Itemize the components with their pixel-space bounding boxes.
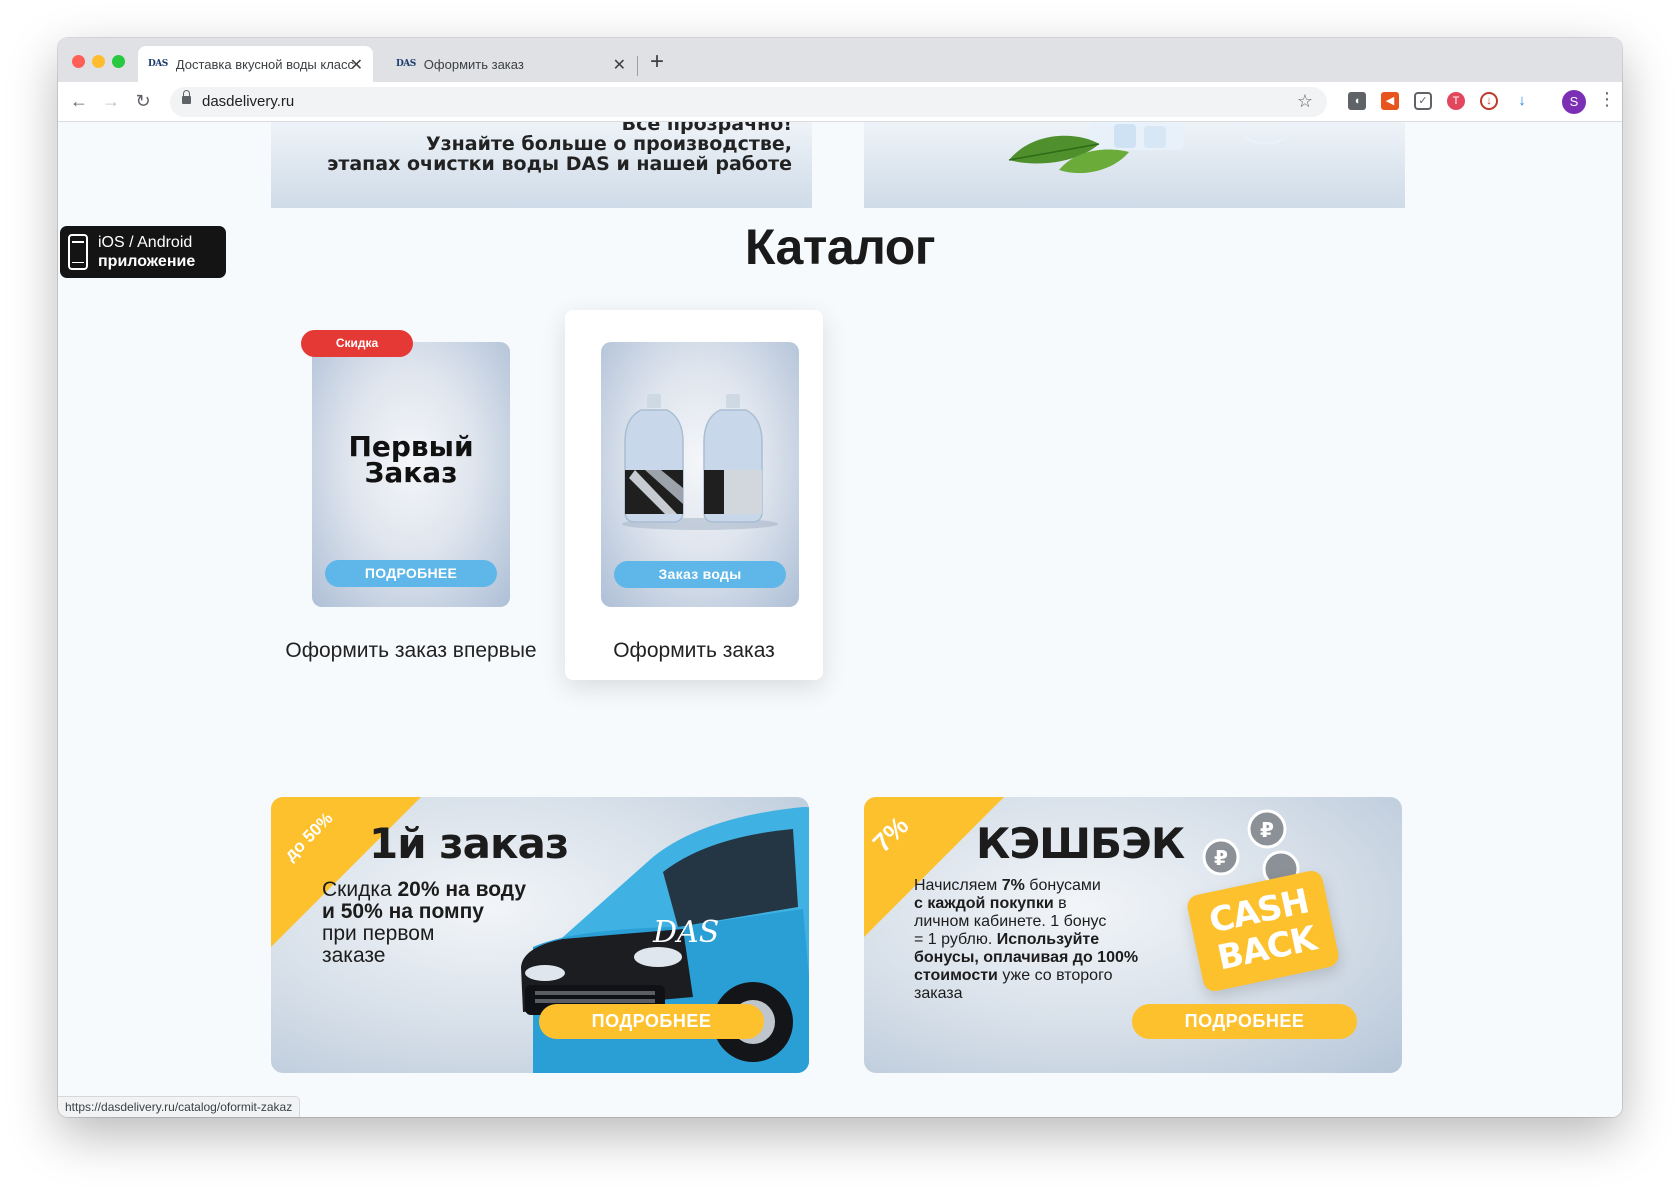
cb-l5: бонусы, оплачивая до 100% xyxy=(914,949,1139,966)
water-banner[interactable] xyxy=(864,122,1405,208)
water-order-product-image[interactable]: Заказ воды xyxy=(601,342,799,607)
bookmark-star-icon[interactable]: ☆ xyxy=(1297,91,1313,112)
cb-l4b: Используйте xyxy=(996,931,1100,948)
status-bar-url: https://dasdelivery.ru/catalog/oformit-z… xyxy=(58,1096,301,1117)
tab-close-icon[interactable]: ✕ xyxy=(613,55,626,75)
cb-l1a: Начисляем xyxy=(914,877,1002,894)
extension-megaphone-icon[interactable]: ◀ xyxy=(1381,92,1399,110)
promo-body: Скидка 20% на воду и 50% на помпу при пе… xyxy=(322,879,526,967)
cb-l3: личном кабинете. 1 бонус xyxy=(914,913,1107,930)
cb-l2b: в xyxy=(1053,895,1067,912)
promo-body: Начисляем 7% бонусами с каждой покупки в… xyxy=(914,877,1138,1003)
maximize-window-button[interactable] xyxy=(112,55,125,68)
first-order-details-promo-button[interactable]: ПОДРОБНЕЕ xyxy=(539,1004,764,1039)
cb-l1b: 7% xyxy=(1001,877,1025,894)
new-tab-plus-icon[interactable]: + xyxy=(650,48,664,76)
catalog-title: Каталог xyxy=(744,219,936,275)
first-order-image-title: Первый Заказ xyxy=(312,433,510,489)
das-favicon-icon: DAS xyxy=(148,59,168,69)
cb-l2a: с каждой покупки xyxy=(914,895,1054,912)
about-line-2: Узнайте больше о производстве, xyxy=(425,133,792,155)
tab-title: Доставка вкусной воды класс xyxy=(175,56,355,72)
tab-close-icon[interactable]: ✕ xyxy=(350,55,363,75)
browser-menu-icon[interactable]: ⋮ xyxy=(1598,89,1616,110)
cashback-promo-banner[interactable]: 7% КЭШБЭК Начисляем 7% бонусами с каждой… xyxy=(864,797,1402,1073)
about-banner-text: Все прозрачно! Узнайте больше о производ… xyxy=(327,122,792,174)
svg-text:₽: ₽ xyxy=(1260,818,1274,842)
order-caption[interactable]: Оформить заказ xyxy=(564,635,824,667)
back-arrow-icon[interactable]: ← xyxy=(66,88,92,114)
first-order-promo-banner[interactable]: до 50% 1й заказ Скидка 20% на воду и 50%… xyxy=(271,797,809,1073)
cb-l1c: бонусами xyxy=(1024,877,1101,894)
url-text: dasdelivery.ru xyxy=(202,93,295,110)
first-order-caption[interactable]: Оформить заказ впервые xyxy=(281,635,541,667)
close-window-button[interactable] xyxy=(72,55,85,68)
water-bottles-image xyxy=(622,394,778,530)
profile-avatar[interactable]: S xyxy=(1562,90,1586,114)
cb-l6b: уже со второго xyxy=(997,967,1113,984)
discount-badge: Скидка xyxy=(301,330,413,357)
promo-body-2: и 50% на помпу xyxy=(322,900,484,923)
extension-audio-icon[interactable]: ◖ xyxy=(1348,92,1366,110)
tab-oformit-zakaz[interactable]: DAS Оформить заказ ✕ xyxy=(386,46,636,82)
reload-icon[interactable]: ↻ xyxy=(130,88,156,114)
browser-window: DAS Доставка вкусной воды класс ✕ DAS Оф… xyxy=(58,38,1622,1117)
cb-l6a: стоимости xyxy=(914,967,998,984)
tab-dostavka[interactable]: DAS Доставка вкусной воды класс ✕ xyxy=(138,46,373,82)
cb-l7: заказа xyxy=(914,985,963,1002)
about-line-3: этапах очистки воды DAS и нашей работе xyxy=(327,153,792,175)
tab-strip: DAS Доставка вкусной воды класс ✕ DAS Оф… xyxy=(58,38,1622,82)
forward-arrow-icon[interactable]: → xyxy=(98,88,124,114)
promo-body-3: при первом xyxy=(322,922,435,945)
svg-text:₽: ₽ xyxy=(1214,846,1228,870)
address-bar[interactable]: dasdelivery.ru ☆ xyxy=(170,87,1327,117)
cashback-details-button[interactable]: ПОДРОБНЕЕ xyxy=(1132,1004,1357,1039)
bubble-icon xyxy=(1239,122,1293,144)
browser-toolbar: ← → ↻ dasdelivery.ru ☆ ◖ ◀ ✓ T ↓ ↓ S ⋮ xyxy=(58,82,1622,122)
pocket-icon[interactable]: ✓ xyxy=(1414,92,1432,110)
van-logo-text: DAS xyxy=(652,915,719,950)
tab-title: Оформить заказ xyxy=(423,56,524,72)
minimize-window-button[interactable] xyxy=(92,55,105,68)
first-order-product-image[interactable]: Первый Заказ ПОДРОБНЕЕ xyxy=(312,342,510,607)
leaves-and-ice-image xyxy=(1008,122,1184,174)
promo-body-4: заказе xyxy=(322,944,386,967)
extension-download-circle-icon[interactable]: ↓ xyxy=(1480,92,1498,110)
download-arrow-icon[interactable]: ↓ xyxy=(1513,92,1531,110)
lock-icon xyxy=(182,90,191,104)
page-viewport: Все прозрачно! Узнайте больше о производ… xyxy=(58,122,1622,1117)
first-order-title-2: Заказ xyxy=(364,456,458,489)
first-order-details-button[interactable]: ПОДРОБНЕЕ xyxy=(325,560,497,587)
promo-title: КЭШБЭК xyxy=(976,819,1185,868)
cb-l4a: = 1 рублю. xyxy=(914,931,997,948)
tab-separator xyxy=(637,56,638,76)
das-favicon-icon: DAS xyxy=(396,59,416,69)
order-water-button[interactable]: Заказ воды xyxy=(614,561,786,588)
promo-body-1a: Скидка xyxy=(322,878,398,901)
extension-t-icon[interactable]: T xyxy=(1447,92,1465,110)
about-banner[interactable]: Все прозрачно! Узнайте больше о производ… xyxy=(271,122,812,208)
